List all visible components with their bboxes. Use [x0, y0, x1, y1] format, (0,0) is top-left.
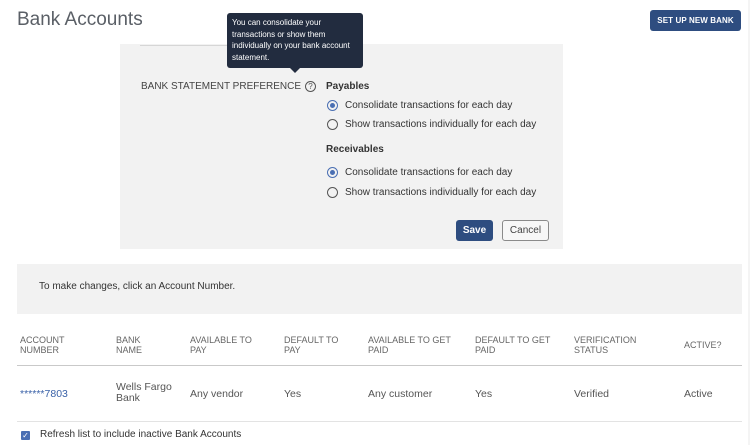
verification-status-cell: Verified — [574, 388, 610, 400]
available-to-get-paid-cell: Any customer — [368, 388, 433, 400]
column-header-active[interactable]: ACTIVE? — [684, 340, 722, 350]
set-up-new-bank-button[interactable]: SET UP NEW BANK — [650, 10, 741, 31]
help-icon[interactable]: ? — [305, 81, 317, 92]
option-label: Consolidate transactions for each day — [345, 100, 513, 111]
help-tooltip: You can consolidate your transactions or… — [227, 13, 363, 73]
active-status-cell: Active — [684, 388, 713, 400]
column-header-default-to-pay[interactable]: DEFAULT TO PAY — [284, 335, 338, 355]
receivables-individual-option[interactable]: Show transactions individually for each … — [327, 187, 536, 198]
page-title: Bank Accounts — [17, 9, 143, 30]
cancel-button[interactable]: Cancel — [502, 220, 549, 241]
receivables-title: Receivables — [326, 144, 384, 155]
default-to-get-paid-cell: Yes — [475, 388, 493, 400]
receivables-consolidate-option[interactable]: Consolidate transactions for each day — [327, 167, 512, 178]
default-to-pay-cell: Yes — [284, 388, 302, 400]
radio-selected-icon[interactable] — [327, 100, 338, 111]
payables-individual-option[interactable]: Show transactions individually for each … — [327, 119, 536, 130]
preference-label-text: BANK STATEMENT PREFERENCE — [141, 81, 302, 92]
payables-title: Payables — [326, 81, 370, 92]
account-number-link[interactable]: ******7803 — [20, 388, 68, 400]
radio-selected-icon[interactable] — [327, 167, 338, 178]
table-header-divider — [17, 365, 742, 366]
option-label: Show transactions individually for each … — [345, 187, 537, 198]
row-divider — [17, 421, 742, 422]
info-text: To make changes, click an Account Number… — [39, 281, 236, 292]
column-header-available-to-get-paid[interactable]: AVAILABLE TO GET PAID — [368, 335, 451, 355]
column-header-verification-status[interactable]: VERIFICATION STATUS — [574, 335, 636, 355]
bank-name-cell: Wells Fargo Bank — [116, 381, 172, 404]
column-header-bank-name[interactable]: BANK NAME — [116, 335, 142, 355]
option-label: Show transactions individually for each … — [345, 119, 537, 130]
save-button[interactable]: Save — [456, 220, 493, 241]
column-header-available-to-pay[interactable]: AVAILABLE TO PAY — [190, 335, 252, 355]
available-to-pay-cell: Any vendor — [190, 388, 244, 400]
payables-consolidate-option[interactable]: Consolidate transactions for each day — [327, 100, 512, 111]
radio-unselected-icon[interactable] — [327, 187, 338, 198]
refresh-checkbox[interactable]: ✓ — [21, 431, 30, 440]
column-header-default-to-get-paid[interactable]: DEFAULT TO GET PAID — [475, 335, 550, 355]
option-label: Consolidate transactions for each day — [345, 167, 513, 178]
column-header-account-number[interactable]: ACCOUNT NUMBER — [20, 335, 65, 355]
refresh-checkbox-label[interactable]: Refresh list to include inactive Bank Ac… — [40, 429, 241, 440]
radio-unselected-icon[interactable] — [327, 119, 338, 130]
bank-statement-preference-label: BANK STATEMENT PREFERENCE ? — [141, 81, 317, 92]
